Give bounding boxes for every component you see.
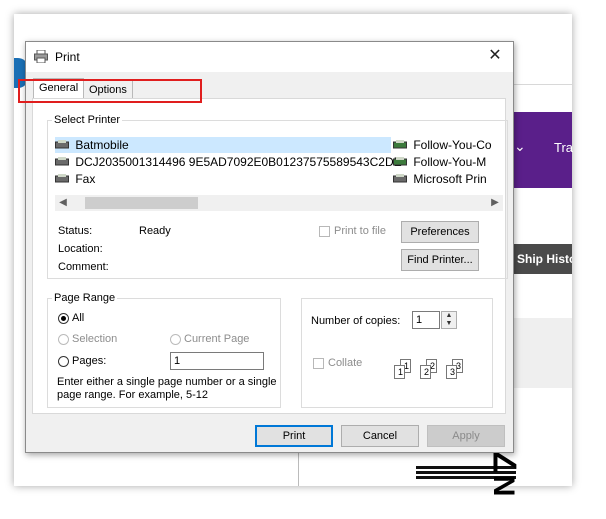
- fax-icon: [55, 174, 69, 183]
- page-range-selection-label: Selection: [72, 333, 118, 345]
- copies-spinner[interactable]: ▲ ▼: [441, 311, 457, 329]
- printer-list-scrollbar[interactable]: ◀ ▶: [55, 195, 503, 211]
- location-label: Location:: [58, 243, 103, 255]
- status-label: Status:: [58, 225, 93, 237]
- printer-item-follow-you-co[interactable]: Follow-You-Co: [393, 137, 503, 153]
- apply-button[interactable]: Apply: [427, 425, 505, 447]
- collate-checkbox[interactable]: [313, 358, 324, 369]
- annotation-highlight-box: [18, 79, 202, 103]
- page-range-hint: Enter either a single page number or a s…: [57, 376, 277, 401]
- print-to-file-checkbox[interactable]: [319, 226, 330, 237]
- preferences-button[interactable]: Preferences: [401, 221, 479, 243]
- scrollbar-thumb[interactable]: [85, 197, 198, 209]
- comment-label: Comment:: [58, 261, 109, 273]
- number-of-copies-label: Number of copies:: [311, 315, 401, 327]
- scroll-left-icon[interactable]: ◀: [55, 195, 71, 211]
- collate-label: Collate: [328, 357, 363, 369]
- page-range-pages-radio[interactable]: [58, 356, 69, 367]
- background-rotated-text: ∠N: [487, 448, 520, 497]
- dialog-title: Print: [55, 50, 80, 64]
- close-button[interactable]: ✕: [483, 45, 507, 67]
- select-printer-label: Select Printer: [52, 114, 123, 126]
- select-printer-group: Select Printer Batmobile DCJ203500131449…: [47, 114, 508, 279]
- page-range-pages-label: Pages:: [72, 355, 107, 367]
- printer-icon: [55, 157, 69, 166]
- page-range-selection-radio[interactable]: [58, 334, 69, 345]
- background-divider-vertical: [298, 452, 299, 486]
- printer-name: Fax: [75, 172, 96, 186]
- printer-name: DCJ2035001314496 9E5AD7092E0B01237575589…: [75, 155, 402, 169]
- printer-name: Batmobile: [75, 138, 129, 152]
- printer-name: Follow-You-Co: [413, 138, 492, 152]
- spin-down-icon[interactable]: ▼: [442, 320, 456, 328]
- printer-icon: [34, 50, 48, 63]
- status-value: Ready: [139, 225, 171, 237]
- copies-input[interactable]: 1: [412, 311, 440, 329]
- collate-page: 1: [394, 365, 405, 379]
- collate-page: 3: [446, 365, 457, 379]
- printer-icon: [393, 140, 407, 149]
- spin-up-icon[interactable]: ▲: [442, 312, 456, 320]
- cancel-button[interactable]: Cancel: [341, 425, 419, 447]
- page-range-all-radio[interactable]: [58, 313, 69, 324]
- printer-name: Follow-You-M: [413, 155, 487, 169]
- printer-item-batmobile[interactable]: Batmobile: [55, 137, 391, 153]
- background-ship-history-tab[interactable]: Ship Histo: [512, 244, 572, 274]
- printer-name: Microsoft Prin: [413, 172, 487, 186]
- print-to-file-label: Print to file: [334, 225, 386, 237]
- printer-item-follow-you-m[interactable]: Follow-You-M: [393, 154, 503, 170]
- page-range-label: Page Range: [52, 292, 118, 304]
- page-range-all-label: All: [72, 312, 85, 324]
- background-panel: [512, 318, 572, 388]
- general-tab-panel: Select Printer Batmobile DCJ203500131449…: [32, 98, 508, 414]
- chevron-down-icon: ⌄: [514, 138, 526, 154]
- printer-item-fax[interactable]: Fax: [55, 171, 95, 187]
- page-range-current-page-label: Current Page: [184, 333, 250, 345]
- background-divider: [512, 84, 572, 85]
- copies-group: Number of copies: 1 ▲ ▼ Collate 1 1 2 2 …: [301, 298, 493, 408]
- page-range-current-page-radio[interactable]: [170, 334, 181, 345]
- scroll-right-icon[interactable]: ▶: [487, 195, 503, 211]
- printer-item-dcj[interactable]: DCJ2035001314496 9E5AD7092E0B01237575589…: [55, 154, 402, 170]
- background-nav-item[interactable]: Tra: [554, 140, 573, 155]
- pages-input[interactable]: 1: [170, 352, 264, 370]
- find-printer-button[interactable]: Find Printer...: [401, 249, 479, 271]
- printer-list[interactable]: Batmobile DCJ2035001314496 9E5AD7092E0B0…: [55, 137, 503, 193]
- collate-page: 2: [420, 365, 431, 379]
- page-range-group: Page Range All Selection Current Page Pa…: [47, 292, 281, 408]
- printer-icon: [393, 174, 407, 183]
- collate-pages-icon: 1 1 2 2 3 3: [392, 359, 472, 385]
- printer-icon: [393, 157, 407, 166]
- printer-item-microsoft-print[interactable]: Microsoft Prin: [393, 171, 503, 187]
- print-button[interactable]: Print: [255, 425, 333, 447]
- dialog-title-bar[interactable]: Print ✕: [26, 42, 513, 72]
- printer-icon: [55, 140, 69, 149]
